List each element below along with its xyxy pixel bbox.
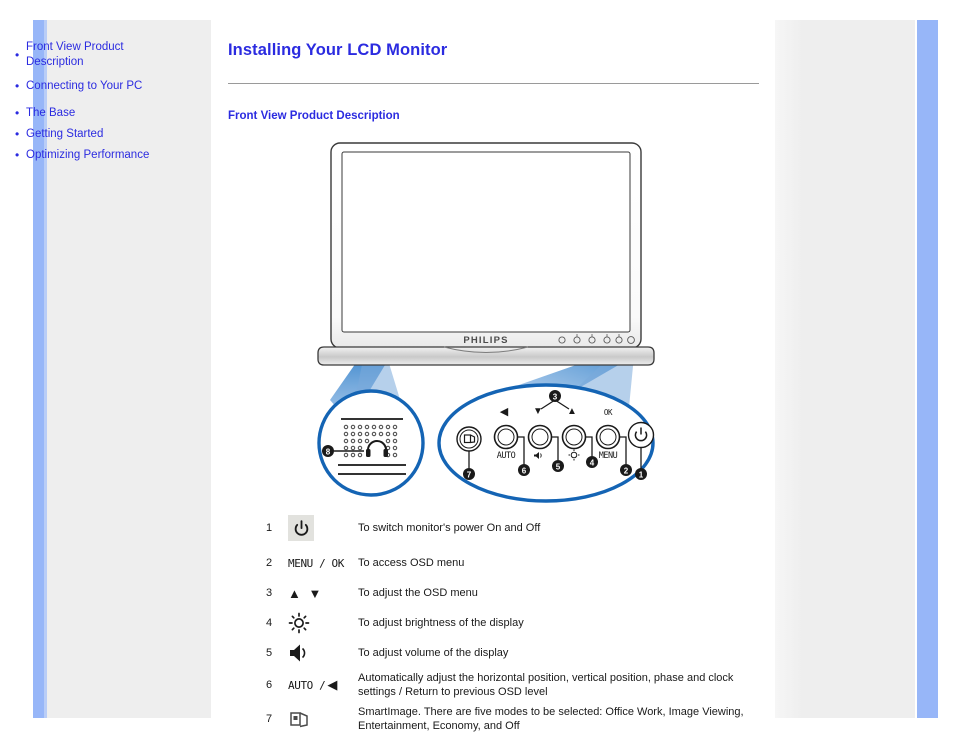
legend-number: 6 [266, 679, 273, 691]
auto-back-icon: AUTO / ◀ [288, 677, 358, 693]
menu-ok-label: MENU / OK [288, 556, 345, 570]
legend-description: To switch monitor's power On and Off [358, 522, 541, 534]
legend-number: 1 [266, 522, 273, 534]
svg-text:AUTO: AUTO [497, 451, 516, 461]
legend-description: To access OSD menu [358, 557, 465, 569]
svg-text:5: 5 [556, 463, 561, 472]
svg-text:▼: ▼ [533, 406, 543, 417]
legend-description: To adjust volume of the display [358, 647, 509, 659]
legend-row-7: 7 SmartImage. There are five modes to be… [266, 704, 766, 734]
legend-number: 5 [266, 647, 273, 659]
bullet-icon: • [15, 106, 20, 120]
bullet-icon: • [15, 79, 20, 93]
legend-row-2: 2 MENU / OK To access OSD menu [266, 550, 766, 576]
main-content: Installing Your LCD Monitor Front View P… [211, 20, 775, 732]
page-title: Installing Your LCD Monitor [228, 41, 448, 59]
sidebar-item-optimizing-performance[interactable]: • Optimizing Performance [15, 148, 175, 163]
legend-row-6: 6 AUTO / ◀ Automatically adjust the hori… [266, 670, 766, 700]
sidebar-item-label[interactable]: The Base [26, 106, 75, 121]
legend-number: 2 [266, 557, 273, 569]
power-icon [288, 515, 358, 541]
up-down-arrows-label: ▲ ▼ [288, 585, 324, 601]
svg-text:6: 6 [522, 467, 527, 476]
smartimage-icon [288, 708, 358, 730]
svg-text:7: 7 [467, 471, 472, 480]
sidebar-nav: • Front View Product Description • Conne… [15, 40, 175, 173]
right-panel-shade [775, 20, 803, 718]
page-root: • Front View Product Description • Conne… [0, 0, 954, 738]
control-legend-list: 1 To switch monitor's power On and Off 2… [266, 510, 766, 738]
menu-ok-icon: MENU / OK [288, 557, 358, 570]
monitor-front-view-figure: PHILIPS 8 7 ◀ AUTO 6 ▼ 5 ▲ 4 3 OK MENU 2… [316, 138, 666, 508]
sidebar-item-label[interactable]: Front View Product Description [26, 40, 175, 70]
legend-row-3: 3 ▲ ▼ To adjust the OSD menu [266, 580, 766, 606]
bullet-icon: • [15, 127, 20, 141]
legend-number: 4 [266, 617, 273, 629]
legend-description: To adjust brightness of the display [358, 617, 524, 629]
svg-text:2: 2 [624, 467, 629, 476]
callout-left-headphone: 8 [317, 389, 425, 497]
philips-logo: PHILIPS [463, 335, 508, 346]
legend-row-5: 5 To adjust volume of the display [266, 640, 766, 666]
legend-row-1: 1 To switch monitor's power On and Off [266, 510, 766, 546]
sidebar-item-the-base[interactable]: • The Base [15, 106, 175, 121]
sidebar-item-label[interactable]: Optimizing Performance [26, 148, 149, 163]
legend-description: Automatically adjust the horizontal posi… [358, 672, 734, 698]
left-triangle-icon: ◀ [327, 677, 338, 692]
svg-text:4: 4 [590, 459, 595, 468]
monitor-body: PHILIPS [317, 142, 655, 366]
callout-right-controls: 7 ◀ AUTO 6 ▼ 5 ▲ 4 3 OK MENU 2 1 [437, 383, 655, 503]
auto-back-label: AUTO / [288, 678, 326, 692]
monitor-base-bar [317, 346, 655, 366]
legend-description: To adjust the OSD menu [358, 587, 478, 599]
sidebar-item-label[interactable]: Connecting to Your PC [26, 79, 142, 94]
sidebar-item-front-view-product-description[interactable]: • Front View Product Description [15, 40, 175, 70]
right-accent-bar [917, 20, 938, 718]
svg-text:MENU: MENU [599, 451, 618, 461]
svg-text:1: 1 [639, 471, 644, 480]
svg-text:3: 3 [553, 393, 558, 402]
sidebar-item-connecting-to-your-pc[interactable]: • Connecting to Your PC [15, 79, 175, 94]
sidebar-item-getting-started[interactable]: • Getting Started [15, 127, 175, 142]
brightness-icon [288, 612, 358, 634]
svg-text:◀: ◀ [500, 406, 509, 418]
legend-number: 3 [266, 587, 273, 599]
legend-description: SmartImage. There are five modes to be s… [358, 706, 744, 732]
section-heading: Front View Product Description [228, 110, 400, 122]
legend-row-4: 4 To adjust brightness of the display [266, 610, 766, 636]
legend-number: 7 [266, 713, 273, 725]
svg-text:8: 8 [326, 448, 331, 457]
up-down-arrows-icon: ▲ ▼ [288, 586, 358, 601]
bullet-icon: • [15, 148, 20, 162]
title-divider [228, 83, 759, 84]
svg-text:OK: OK [604, 408, 613, 417]
bullet-icon: • [15, 48, 20, 62]
sidebar-item-label[interactable]: Getting Started [26, 127, 103, 142]
volume-icon [288, 642, 358, 664]
svg-text:▲: ▲ [567, 406, 577, 417]
